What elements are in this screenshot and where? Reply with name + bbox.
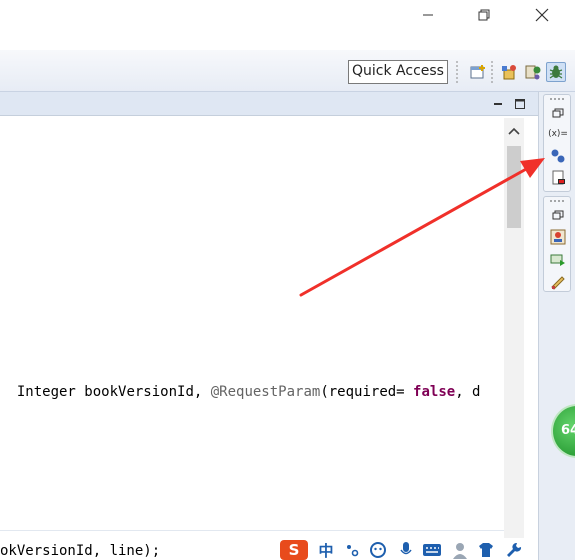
toolbar-separator [456,60,458,84]
current-line-highlight [0,530,504,531]
outline-views-trim [543,196,571,292]
code-tail-token: , d [455,384,481,400]
debug-views-trim: (x)= [543,94,571,192]
right-trim-stack: (x)= [538,92,575,560]
trim-grip[interactable] [549,200,565,202]
tasks-view-icon[interactable] [549,273,567,291]
window-titlebar [0,0,575,50]
code-line: Integer bookVersionId, @RequestParam(req… [0,384,481,400]
restore-button[interactable] [472,4,496,26]
code-editor[interactable]: Integer bookVersionId, @RequestParam(req… [0,118,504,560]
user-icon[interactable] [450,540,470,560]
restore-icon [478,9,490,21]
close-icon [535,8,549,22]
debug-perspective-icon[interactable] [546,62,566,82]
ime-toolbar: S 中 [276,538,538,560]
code-type-token: Integer [16,384,85,400]
minimize-icon [423,14,433,16]
keyboard-icon[interactable] [422,540,442,560]
editor-tab-header [0,92,538,116]
java-ee-perspective-icon[interactable] [500,62,520,82]
code-identifier-token: bookVersionId, [84,384,211,400]
maximize-icon [515,99,525,109]
code-annotation-token: @RequestParam [210,384,321,400]
emoji-icon[interactable] [368,540,388,560]
variables-view-icon[interactable]: (x)= [548,125,568,143]
java-perspective-icon[interactable] [523,62,543,82]
vertical-scrollbar[interactable] [504,118,524,560]
minimize-editor-button[interactable] [492,97,504,109]
skin-icon[interactable] [476,540,496,560]
code-args-token: (required= [320,384,414,400]
scroll-up-icon[interactable] [508,126,520,136]
minimize-button[interactable] [416,4,440,26]
code-line: okVersionId, line); [0,543,161,559]
maximize-editor-button[interactable] [514,97,526,109]
minimize-icon [494,103,502,105]
servers-view-icon[interactable] [549,251,567,269]
microphone-icon[interactable] [396,540,416,560]
restore-views-icon[interactable] [549,206,567,224]
outline-view-icon[interactable] [549,228,567,246]
sogou-logo-icon[interactable]: S [280,540,308,560]
punctuation-icon[interactable] [342,540,362,560]
toolbar-separator [491,60,493,84]
expressions-view-icon[interactable] [549,169,567,187]
trim-grip[interactable] [549,98,565,100]
breakpoints-view-icon[interactable] [549,147,567,165]
quick-access-field[interactable]: Quick Access [348,60,448,84]
code-keyword-token: false [413,384,456,400]
main-toolbar: Quick Access [0,50,575,92]
settings-wrench-icon[interactable] [504,540,524,560]
open-perspective-icon[interactable] [468,62,488,82]
restore-views-icon[interactable] [549,104,567,122]
close-button[interactable] [530,4,554,26]
chinese-mode-icon[interactable]: 中 [316,540,336,560]
scrollbar-thumb[interactable] [507,146,521,228]
